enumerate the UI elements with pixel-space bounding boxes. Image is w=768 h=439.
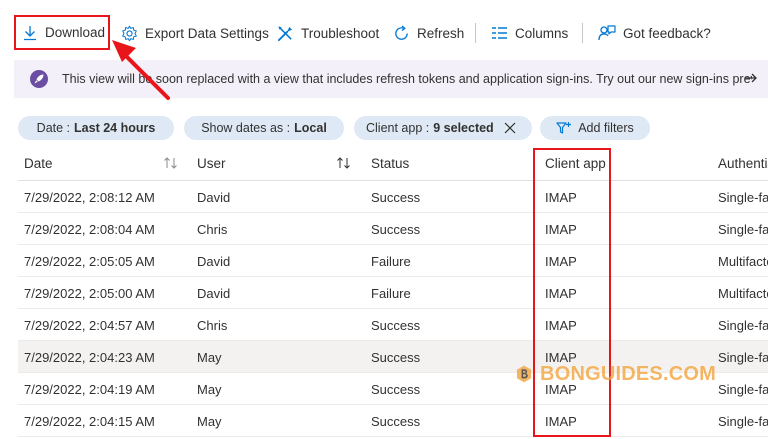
show-dates-filter-pill[interactable]: Show dates as : Local: [184, 116, 344, 140]
download-button[interactable]: Download: [14, 15, 110, 50]
table-row[interactable]: 7/29/2022, 2:04:23 AM May Success IMAP S…: [18, 341, 768, 373]
client-app-filter-label: Client app :: [366, 121, 430, 135]
cell-client-app: IMAP: [545, 350, 577, 365]
columns-button[interactable]: Columns: [491, 20, 568, 46]
cell-client-app: IMAP: [545, 190, 577, 205]
cell-client-app: IMAP: [545, 286, 577, 301]
download-label: Download: [45, 25, 106, 40]
cell-status: Success: [371, 414, 421, 429]
date-filter-label: Date :: [36, 121, 71, 135]
cell-user: May: [197, 382, 222, 397]
cell-user: David: [197, 286, 231, 301]
cell-authentication: Single-factor authentication: [718, 190, 768, 205]
toolbar-divider: [475, 23, 476, 43]
cell-date: 7/29/2022, 2:05:05 AM: [24, 254, 155, 269]
client-app-filter-pill[interactable]: Client app : 9 selected: [354, 116, 532, 140]
cell-client-app: IMAP: [545, 222, 577, 237]
refresh-icon: [395, 24, 408, 40]
cell-date: 7/29/2022, 2:04:23 AM: [24, 350, 155, 365]
table-row[interactable]: 7/29/2022, 2:08:12 AM David Success IMAP…: [18, 181, 768, 213]
cell-authentication: Single-factor authentication: [718, 222, 768, 237]
column-header-date[interactable]: Date: [24, 156, 53, 171]
cell-authentication: Multifactor authentication: [718, 286, 768, 301]
cell-status: Success: [371, 382, 421, 397]
cell-authentication: Single-factor authentication: [718, 414, 768, 429]
cell-date: 7/29/2022, 2:05:00 AM: [24, 286, 155, 301]
sort-icon[interactable]: [163, 156, 179, 170]
cell-date: 7/29/2022, 2:08:04 AM: [24, 222, 155, 237]
rocket-icon: [30, 70, 48, 88]
cell-user: May: [197, 414, 222, 429]
cell-status: Success: [371, 190, 421, 205]
refresh-button[interactable]: Refresh: [393, 20, 464, 46]
date-filter-value: Last 24 hours: [74, 121, 156, 135]
show-dates-label: Show dates as :: [201, 121, 291, 135]
feedback-label: Got feedback?: [623, 25, 711, 41]
arrow-right-icon[interactable]: [744, 71, 758, 85]
download-icon: [24, 25, 36, 40]
client-app-filter-value: 9 selected: [433, 121, 494, 135]
cell-authentication: Single-factor authentication: [718, 382, 768, 397]
date-filter-pill[interactable]: Date : Last 24 hours: [18, 116, 174, 140]
troubleshoot-button[interactable]: Troubleshoot: [277, 20, 379, 46]
cell-user: May: [197, 350, 222, 365]
table-row[interactable]: 7/29/2022, 2:04:19 AM May Success IMAP S…: [18, 373, 768, 405]
cell-user: David: [197, 190, 231, 205]
cell-user: David: [197, 254, 231, 269]
table-header: Date User Status Client app Authenticati…: [18, 147, 768, 181]
cell-status: Success: [371, 222, 421, 237]
add-filter-icon: [556, 122, 572, 134]
table-row[interactable]: 7/29/2022, 2:05:00 AM David Failure IMAP…: [18, 277, 768, 309]
table-row[interactable]: 7/29/2022, 2:05:05 AM David Failure IMAP…: [18, 245, 768, 277]
feedback-icon: [598, 25, 616, 41]
troubleshoot-label: Troubleshoot: [301, 25, 380, 41]
cell-client-app: IMAP: [545, 318, 577, 333]
refresh-label: Refresh: [417, 25, 465, 41]
cell-authentication: Single-factor authentication: [718, 350, 768, 365]
sign-ins-table: Date User Status Client app Authenticati…: [18, 147, 768, 437]
cell-date: 7/29/2022, 2:04:19 AM: [24, 382, 155, 397]
add-filters-button[interactable]: Add filters: [540, 116, 650, 140]
cell-status: Failure: [371, 286, 411, 301]
cell-authentication: Single-factor authentication: [718, 318, 768, 333]
column-header-user[interactable]: User: [197, 156, 226, 171]
show-dates-value: Local: [294, 121, 327, 135]
cell-status: Failure: [371, 254, 411, 269]
feedback-button[interactable]: Got feedback?: [598, 20, 711, 46]
table-row[interactable]: 7/29/2022, 2:04:57 AM Chris Success IMAP…: [18, 309, 768, 341]
column-header-authentication[interactable]: Authentication requirement: [718, 156, 768, 171]
cell-user: Chris: [197, 222, 228, 237]
cell-date: 7/29/2022, 2:04:57 AM: [24, 318, 155, 333]
close-icon[interactable]: [504, 122, 516, 134]
cell-status: Success: [371, 318, 421, 333]
cell-status: Success: [371, 350, 421, 365]
sort-icon[interactable]: [336, 156, 352, 170]
cell-client-app: IMAP: [545, 254, 577, 269]
cell-client-app: IMAP: [545, 382, 577, 397]
toolbar-divider: [582, 23, 583, 43]
cell-date: 7/29/2022, 2:04:15 AM: [24, 414, 155, 429]
cell-user: Chris: [197, 318, 228, 333]
cell-authentication: Multifactor authentication: [718, 254, 768, 269]
columns-icon: [492, 27, 507, 39]
cell-client-app: IMAP: [545, 414, 577, 429]
columns-label: Columns: [515, 25, 569, 41]
add-filters-label: Add filters: [578, 121, 634, 135]
annotation-arrow-icon: [112, 40, 170, 100]
column-header-client-app[interactable]: Client app: [545, 156, 606, 171]
table-row[interactable]: 7/29/2022, 2:04:15 AM May Success IMAP S…: [18, 405, 768, 437]
column-header-status[interactable]: Status: [371, 156, 409, 171]
table-row[interactable]: 7/29/2022, 2:08:04 AM Chris Success IMAP…: [18, 213, 768, 245]
cell-date: 7/29/2022, 2:08:12 AM: [24, 190, 155, 205]
tools-icon: [277, 25, 293, 41]
